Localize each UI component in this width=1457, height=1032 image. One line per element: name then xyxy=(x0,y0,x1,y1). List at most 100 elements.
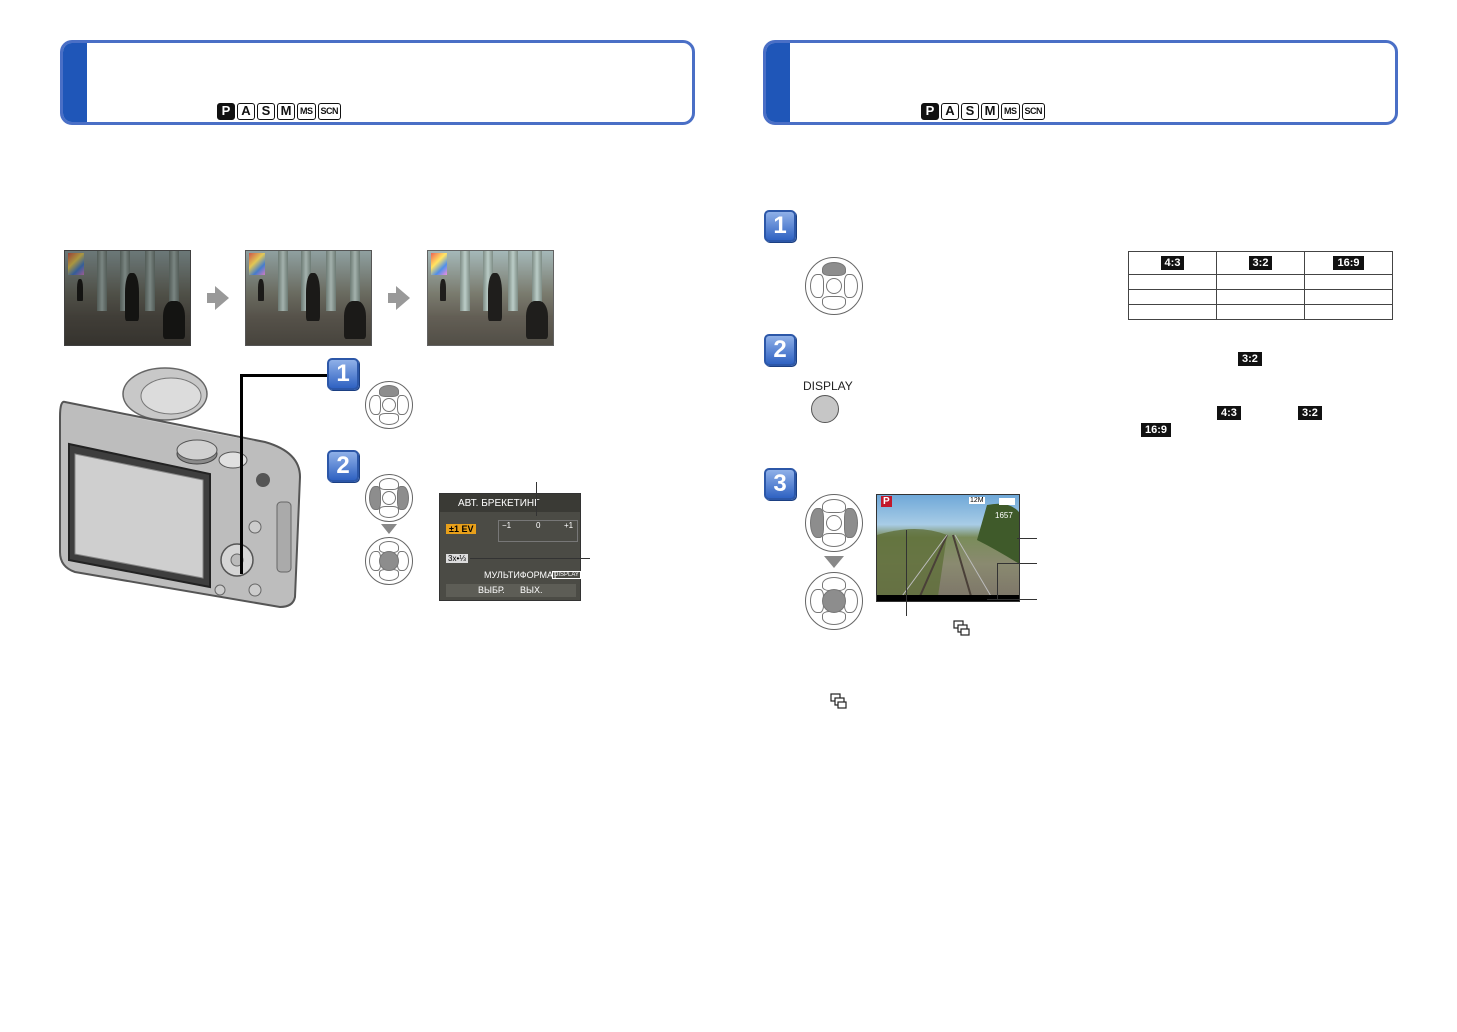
table-cell xyxy=(1128,274,1217,290)
display-button[interactable] xyxy=(811,395,839,423)
callout-line xyxy=(536,482,537,516)
multiformat-label: МУЛЬТИФОРМАТ xyxy=(484,570,558,580)
ev-value-text: ±1 xyxy=(449,524,459,534)
cross-key-right-button[interactable] xyxy=(397,486,409,510)
pillar xyxy=(97,251,107,311)
mode-s-icon: S xyxy=(961,103,979,120)
cross-key-left-right[interactable] xyxy=(365,474,413,522)
arrow-right-icon xyxy=(388,286,410,310)
table-cell xyxy=(1304,304,1393,320)
table-cell xyxy=(1216,289,1305,305)
cross-key-down-button[interactable] xyxy=(822,533,846,547)
table-header-cell: 4:3 xyxy=(1128,251,1217,275)
cross-key-left-button[interactable] xyxy=(810,274,824,298)
pillar xyxy=(326,251,336,311)
bracketing-menu-screen: АВТ. БРЕКЕТИНГ ±1 EV −1 0 +1 3x•⅓ МУЛЬТИ… xyxy=(439,493,581,601)
person-figure xyxy=(440,279,446,301)
table-cell xyxy=(1128,289,1217,305)
mode-p-icon: P xyxy=(921,103,939,120)
left-header-box: P A S M MS SCN xyxy=(60,40,695,125)
cross-key-menu-button[interactable] xyxy=(826,278,842,294)
pillar xyxy=(460,251,470,311)
camera-illustration xyxy=(59,367,302,609)
table-cell xyxy=(1128,304,1217,320)
scale-minus: −1 xyxy=(502,521,512,530)
frames-label: 3x•⅓ xyxy=(446,554,468,563)
mode-ms-icon: MS xyxy=(1001,103,1020,120)
bracket-photo-over xyxy=(427,250,554,346)
callout-line xyxy=(906,530,907,616)
pillar xyxy=(508,251,518,311)
arrow-down-icon xyxy=(824,556,844,568)
step-3-badge: 3 xyxy=(764,468,796,500)
mode-scn-icon: SCN xyxy=(1021,103,1046,120)
cross-key-menu-button[interactable] xyxy=(382,398,396,412)
table-cell xyxy=(1216,304,1305,320)
battery-icon xyxy=(999,498,1015,505)
scale-plus: +1 xyxy=(564,521,574,530)
person-figure xyxy=(163,301,185,339)
cross-key-right-button[interactable] xyxy=(844,274,858,298)
cross-key-up[interactable] xyxy=(805,257,863,315)
cross-key-left-right[interactable] xyxy=(805,494,863,552)
step-1-badge: 1 xyxy=(327,358,359,390)
mode-ms-icon: MS xyxy=(297,103,316,120)
cross-key-menu-button[interactable] xyxy=(822,589,846,613)
step-2-badge: 2 xyxy=(327,450,359,482)
cross-key-up-button[interactable] xyxy=(379,478,399,490)
cross-key-down-button[interactable] xyxy=(379,506,399,518)
select-label: ВЫБР. xyxy=(478,585,505,595)
person-figure xyxy=(526,301,548,339)
ev-value: ±1 EV xyxy=(446,524,477,534)
cross-key-right-button[interactable] xyxy=(844,589,858,613)
callout-line xyxy=(997,563,1037,564)
mode-scn-icon: SCN xyxy=(317,103,342,120)
cross-key-right-button[interactable] xyxy=(397,395,409,415)
aspect-169-inline-badge: 16:9 xyxy=(1141,423,1172,437)
table-cell xyxy=(1216,274,1305,290)
cross-key-up-button[interactable] xyxy=(822,499,846,513)
cross-key-right-button[interactable] xyxy=(844,508,858,538)
cross-key-up-button[interactable] xyxy=(379,385,399,397)
right-header-accent xyxy=(766,43,790,122)
left-header-accent xyxy=(63,43,87,122)
aspect-ratio-table: 4:3 3:2 16:9 xyxy=(1128,251,1393,320)
cross-key-menu-button[interactable] xyxy=(826,515,842,531)
remaining-shots: 1657 xyxy=(995,511,1013,520)
person-figure xyxy=(258,279,264,301)
clothes-decoration xyxy=(249,253,265,275)
cross-key-down-button[interactable] xyxy=(822,296,846,310)
aspect-169-badge: 16:9 xyxy=(1333,256,1364,270)
cross-key-left-button[interactable] xyxy=(810,508,824,538)
arrow-down-icon xyxy=(381,524,397,534)
mode-a-icon: A xyxy=(237,103,255,120)
mode-s-icon: S xyxy=(257,103,275,120)
table-cell xyxy=(1304,274,1393,290)
cross-key-menu-button[interactable] xyxy=(379,551,399,571)
table-header-cell: 16:9 xyxy=(1304,251,1393,275)
cross-key-down-button[interactable] xyxy=(379,413,399,425)
bracket-photo-normal xyxy=(245,250,372,346)
menu-footer xyxy=(446,584,576,597)
right-header-box: P A S M MS SCN xyxy=(763,40,1398,125)
cross-key-down-button[interactable] xyxy=(822,611,846,625)
cross-key-menu-button[interactable] xyxy=(382,491,396,505)
aspect-43-inline-badge: 4:3 xyxy=(1217,406,1241,420)
cross-key-up[interactable] xyxy=(365,381,413,429)
arrow-right-icon xyxy=(207,286,229,310)
ev-unit-text: EV xyxy=(461,524,474,534)
table-row xyxy=(1128,289,1393,305)
cross-key-center[interactable] xyxy=(805,572,863,630)
cross-key-left-button[interactable] xyxy=(369,486,381,510)
cross-key-left-button[interactable] xyxy=(369,395,381,415)
aspect-32-badge: 3:2 xyxy=(1248,256,1273,270)
bracket-photo-under xyxy=(64,250,191,346)
menu-title: АВТ. БРЕКЕТИНГ xyxy=(458,498,540,509)
aspect-32-inline-badge: 3:2 xyxy=(1298,406,1322,420)
multi-aspect-icon xyxy=(953,620,970,636)
callout-line xyxy=(997,563,998,599)
cross-key-center[interactable] xyxy=(365,537,413,585)
live-view-screen: P 12M 1657 xyxy=(876,494,1020,602)
cross-key-up-button[interactable] xyxy=(822,262,846,276)
exit-label: ВЫХ. xyxy=(520,585,543,595)
